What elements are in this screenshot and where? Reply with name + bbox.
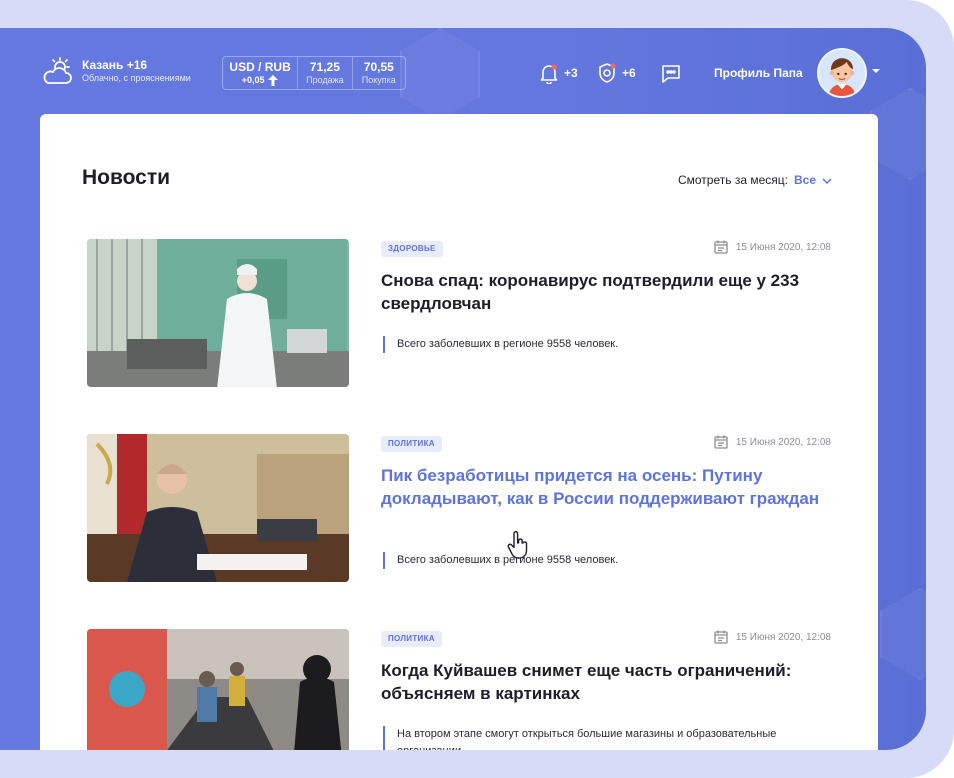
buy-label: Покупка xyxy=(361,75,396,85)
news-summary: Всего заболевших в регионе 9558 человек. xyxy=(383,552,803,569)
page-title: Новости xyxy=(82,166,171,189)
bell-icon xyxy=(540,64,558,84)
news-headline[interactable]: Когда Куйвашев снимет еще часть ограниче… xyxy=(381,659,831,705)
news-date: 15 Июня 2020, 12:08 xyxy=(713,239,831,255)
partly-cloudy-icon xyxy=(43,57,72,84)
arrow-up-icon xyxy=(268,75,279,86)
profile-dropdown-icon[interactable] xyxy=(872,68,880,74)
currency-buy: 70,55 Покупка xyxy=(351,57,405,89)
top-bar: Казань +16 Облачно, с прояснениями USD /… xyxy=(0,28,926,114)
weather-description: Облачно, с прояснениями xyxy=(82,73,191,83)
calendar-icon xyxy=(714,630,728,644)
news-date-text: 15 Июня 2020, 12:08 xyxy=(735,631,831,643)
news-date-text: 15 Июня 2020, 12:08 xyxy=(735,241,831,253)
news-image-meeting[interactable] xyxy=(87,434,349,582)
chevron-down-icon[interactable] xyxy=(822,178,832,185)
chat-icon xyxy=(662,65,680,83)
buy-value: 70,55 xyxy=(363,60,394,74)
news-card: Новости Смотреть за месяц: Все ЗДОРОВЬЕ … xyxy=(40,114,878,750)
news-date: 15 Июня 2020, 12:08 xyxy=(713,434,831,450)
app-screen: Казань +16 Облачно, с прояснениями USD /… xyxy=(0,28,926,750)
currency-pair-block: USD / RUB +0,05 xyxy=(223,57,299,89)
news-headline[interactable]: Пик безработицы придется на осень: Путин… xyxy=(381,464,831,510)
shield-icon xyxy=(599,63,616,83)
currency-widget[interactable]: USD / RUB +0,05 71,25 Продажа 70,55 Поку… xyxy=(222,56,406,90)
filter-label: Смотреть за месяц: xyxy=(677,173,788,187)
security-button[interactable]: +6 xyxy=(596,62,636,84)
calendar-icon xyxy=(714,435,728,449)
news-item[interactable]: ПОЛИТИКА 15 Июня 2020, 12:08 Когда Куйва… xyxy=(87,629,832,750)
sell-label: Продажа xyxy=(306,75,344,85)
currency-pair: USD / RUB xyxy=(229,60,291,74)
notifications-button[interactable]: +3 xyxy=(538,62,578,84)
currency-delta: +0,05 xyxy=(223,74,297,87)
currency-sell: 71,25 Продажа xyxy=(298,57,351,89)
background-hexagon xyxy=(880,588,926,680)
sell-value: 71,25 xyxy=(309,60,340,74)
messages-button[interactable] xyxy=(660,62,682,84)
news-date: 15 Июня 2020, 12:08 xyxy=(713,629,831,645)
category-badge[interactable]: ЗДОРОВЬЕ xyxy=(381,241,443,257)
month-filter[interactable]: Смотреть за месяц: Все xyxy=(678,173,832,187)
security-count: +6 xyxy=(622,66,636,80)
news-item[interactable]: ЗДОРОВЬЕ 15 Июня 2020, 12:08 Снова спад:… xyxy=(87,239,832,389)
notifications-count: +3 xyxy=(564,66,578,80)
weather-city: Казань +16 xyxy=(82,58,148,72)
category-badge[interactable]: ПОЛИТИКА xyxy=(381,436,442,452)
news-date-text: 15 Июня 2020, 12:08 xyxy=(735,436,831,448)
news-image-mall[interactable] xyxy=(87,629,349,750)
category-badge[interactable]: ПОЛИТИКА xyxy=(381,631,442,647)
device-frame: Казань +16 Облачно, с прояснениями USD /… xyxy=(0,0,954,778)
boy-avatar-icon xyxy=(819,50,865,96)
hand-cursor-icon xyxy=(507,531,528,559)
news-summary: Всего заболевших в регионе 9558 человек. xyxy=(383,336,803,353)
currency-delta-value: +0,05 xyxy=(241,75,265,85)
filter-value[interactable]: Все xyxy=(794,173,816,187)
calendar-icon xyxy=(714,240,728,254)
news-summary: На втором этапе смогут открыться большие… xyxy=(383,726,803,750)
weather-widget[interactable]: Казань +16 Облачно, с прояснениями xyxy=(40,56,191,86)
news-image-lab[interactable] xyxy=(87,239,349,387)
profile-name[interactable]: Профиль Папа xyxy=(714,66,803,80)
avatar[interactable] xyxy=(817,48,867,98)
news-item[interactable]: ПОЛИТИКА 15 Июня 2020, 12:08 Пик безрабо… xyxy=(87,434,832,584)
news-headline[interactable]: Снова спад: коронавирус подтвердили еще … xyxy=(381,269,831,315)
